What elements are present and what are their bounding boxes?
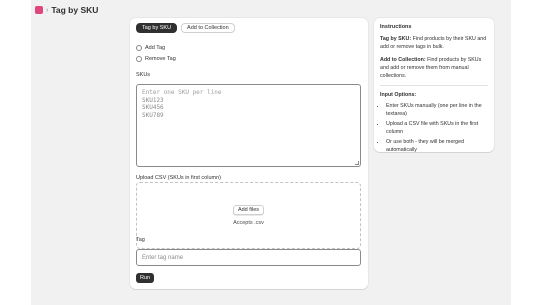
breadcrumb-separator: › [46, 6, 49, 14]
accepts-text: Accepts .csv [233, 220, 264, 226]
radio-circle-icon[interactable] [136, 45, 142, 51]
page-header: › Tag by SKU [35, 3, 98, 17]
instructions-tag-by-sku: Tag by SKU: Find products by their SKU a… [380, 35, 488, 51]
tab-tag-by-sku[interactable]: Tag by SKU [136, 23, 178, 33]
instructions-title: Instructions [380, 24, 412, 30]
resize-handle-icon[interactable] [355, 161, 359, 165]
csv-dropzone[interactable]: Add files Accepts .csv [136, 182, 361, 249]
main-card: Tag by SKU Add to Collection Add Tag Rem… [130, 18, 368, 289]
instructions-add-to-collection-title: Add to Collection: [380, 57, 426, 63]
mode-tabs: Tag by SKU Add to Collection [136, 23, 235, 33]
upload-label: Upload CSV (SKUs in first column) [136, 175, 221, 181]
sku-line: SKU456 [142, 104, 164, 111]
page-title: Tag by SKU [51, 5, 99, 15]
radio-remove-tag[interactable]: Remove Tag [136, 56, 176, 62]
app-logo-icon[interactable] [35, 6, 43, 14]
radio-label: Add Tag [145, 45, 166, 51]
instructions-tag-by-sku-title: Tag by SKU: [380, 36, 412, 42]
run-button[interactable]: Run [136, 273, 155, 283]
tab-add-to-collection[interactable]: Add to Collection [181, 23, 235, 33]
skus-placeholder: Enter one SKU per line [142, 89, 222, 96]
input-options-title-text: Input Options: [380, 91, 417, 98]
tag-label: Tag [136, 237, 145, 243]
list-item: Or use both - they will be merged automa… [386, 138, 488, 154]
sku-line: SKU123 [142, 96, 164, 104]
instructions-card: Instructions Tag by SKU: Find products b… [374, 18, 494, 154]
sku-line: SKU789 [142, 111, 164, 119]
radio-add-tag[interactable]: Add Tag [136, 45, 165, 51]
list-item: Upload a CSV file with SKUs in the first… [386, 120, 488, 136]
input-options-list: Enter SKUs manually (one per line in the… [380, 102, 488, 154]
skus-textarea[interactable]: Enter one SKU per line SKU123 SKU456 SKU… [136, 84, 361, 167]
radio-label: Remove Tag [145, 56, 176, 62]
instructions-add-to-collection: Add to Collection: Find products by SKUs… [380, 56, 488, 80]
add-files-button[interactable]: Add files [232, 205, 265, 215]
list-item: Enter SKUs manually (one per line in the… [386, 102, 488, 118]
skus-label: SKUs [136, 72, 151, 78]
divider [380, 85, 488, 86]
tag-input[interactable]: Enter tag name [136, 249, 361, 266]
input-options-title: Input Options: [380, 91, 488, 99]
radio-circle-icon[interactable] [136, 56, 142, 62]
